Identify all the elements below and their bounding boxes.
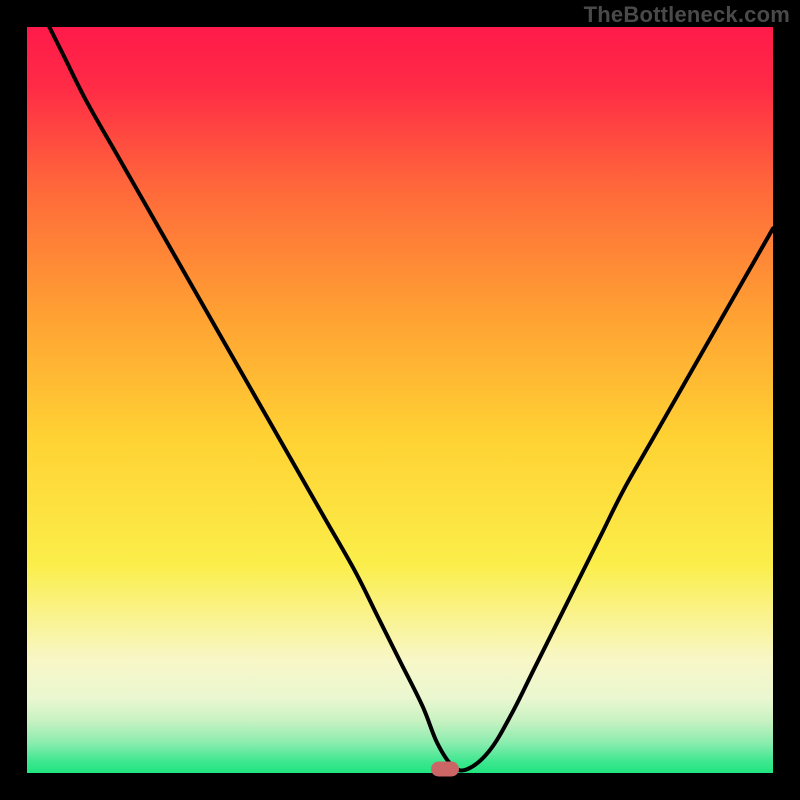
watermark-text: TheBottleneck.com <box>584 2 790 28</box>
plot-area <box>27 27 773 773</box>
chart-svg <box>27 27 773 773</box>
optimal-marker <box>431 762 459 777</box>
chart-stage: TheBottleneck.com <box>0 0 800 800</box>
